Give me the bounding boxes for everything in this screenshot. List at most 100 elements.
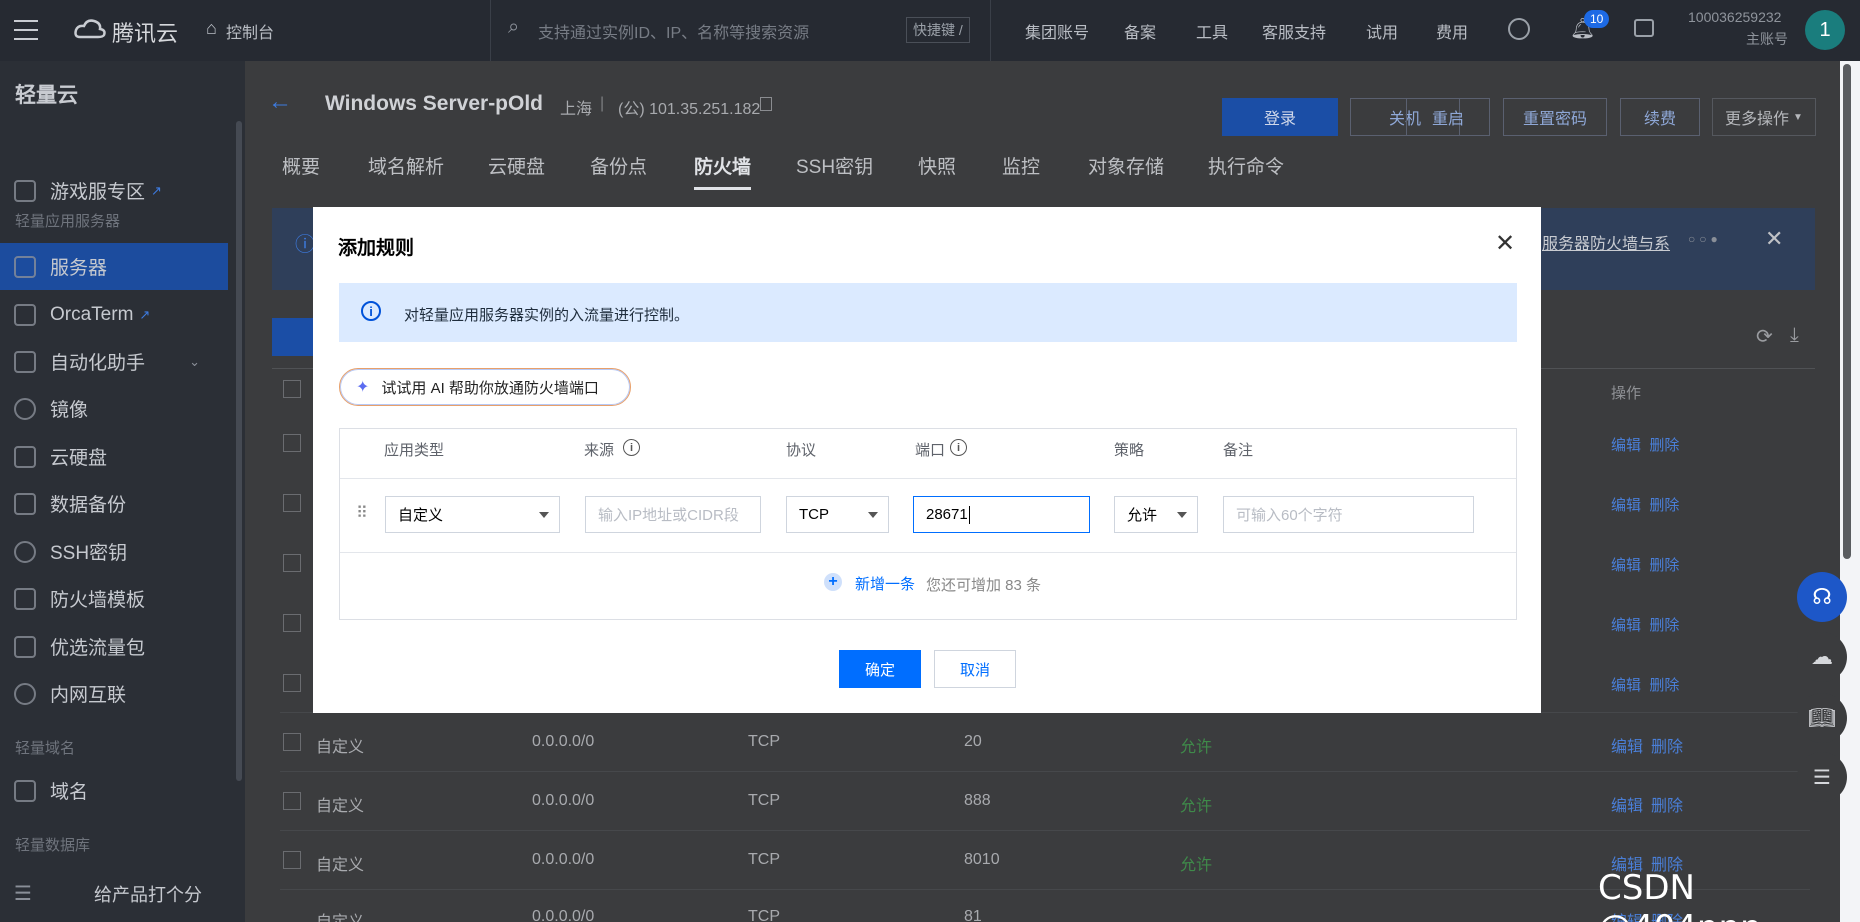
note-input[interactable]: 可输入60个字符 [1223, 496, 1474, 533]
row-checkbox[interactable] [283, 494, 301, 512]
drag-handle-icon[interactable]: ⠿ [356, 503, 368, 523]
tab-snapshot[interactable]: 快照 [918, 152, 956, 179]
sidebar-item-automation[interactable]: 自动化助手 ⌄ [0, 338, 228, 385]
row-checkbox[interactable] [283, 792, 301, 810]
nav-trial[interactable]: 试用 [1366, 19, 1398, 43]
collapse-icon[interactable]: ☰ [14, 881, 32, 906]
edit-link[interactable]: 编辑 [1611, 497, 1641, 514]
renew-button[interactable]: 续费 [1620, 98, 1700, 136]
sidebar-item-server[interactable]: 服务器 [0, 243, 228, 290]
docs-button[interactable]: 📖︎ [1797, 693, 1847, 743]
sidebar-item-ssh[interactable]: SSH密钥 [0, 528, 228, 575]
header-checkbox[interactable] [283, 380, 301, 398]
home-icon[interactable]: ⌂ [206, 18, 217, 39]
console-link[interactable]: 控制台 [226, 19, 274, 43]
tab-disk[interactable]: 云硬盘 [488, 152, 545, 179]
policy-select[interactable]: 允许 [1114, 496, 1198, 533]
row-checkbox[interactable] [283, 554, 301, 572]
nav-tools[interactable]: 工具 [1196, 19, 1228, 43]
customer-service-button[interactable]: ☊ [1797, 572, 1847, 622]
delete-link[interactable]: 删除 [1649, 617, 1679, 634]
cloud-tool-button[interactable]: ☁ [1797, 632, 1847, 682]
back-arrow-icon[interactable]: ← [268, 88, 292, 116]
cell-protocol: TCP [748, 851, 780, 868]
tab-cos[interactable]: 对象存储 [1088, 152, 1164, 179]
row-checkbox[interactable] [283, 851, 301, 869]
brand-name[interactable]: 腾讯云 [112, 16, 178, 48]
delete-link[interactable]: 删除 [1651, 792, 1683, 816]
tab-monitor[interactable]: 监控 [1002, 152, 1040, 179]
search-input[interactable]: 支持通过实例ID、IP、名称等搜索资源 [538, 19, 809, 43]
download-icon[interactable]: ⤓ [1790, 324, 1799, 347]
edit-link[interactable]: 编辑 [1611, 792, 1643, 816]
refresh-icon[interactable]: ⟳ [1756, 324, 1773, 349]
close-icon[interactable]: ✕ [1495, 229, 1515, 258]
sidebar-item-game[interactable]: 游戏服专区 ↗ [0, 167, 228, 214]
list-tool-button[interactable]: ☰ [1797, 752, 1847, 802]
more-actions-label: 更多操作 [1725, 111, 1790, 128]
sidebar-scrollbar[interactable] [236, 121, 242, 781]
nav-group-account[interactable]: 集团账号 [1025, 19, 1089, 43]
row-checkbox[interactable] [283, 674, 301, 692]
edit-link[interactable]: 编辑 [1611, 437, 1641, 454]
copy-icon[interactable] [760, 97, 772, 111]
avatar[interactable]: 1 [1805, 10, 1845, 50]
sidebar-item-intranet[interactable]: 内网互联 [0, 670, 228, 717]
row-checkbox[interactable] [283, 434, 301, 452]
add-rule-button[interactable] [272, 318, 316, 356]
rate-product-link[interactable]: 给产品打个分 [94, 881, 202, 907]
row-checkbox[interactable] [283, 614, 301, 632]
nav-support[interactable]: 客服支持 [1262, 19, 1326, 43]
delete-link[interactable]: 删除 [1649, 497, 1679, 514]
sidebar-item-image[interactable]: 镜像 [0, 385, 228, 432]
cloud-logo-icon[interactable] [74, 17, 106, 41]
port-input[interactable]: 28671 [913, 496, 1090, 533]
protocol-select[interactable]: TCP [786, 496, 889, 533]
sidebar-item-orcaterm[interactable]: OrcaTerm ↗ [0, 291, 228, 338]
nav-filing[interactable]: 备案 [1124, 19, 1156, 43]
add-row-link[interactable]: 新增一条 [855, 573, 915, 594]
page-scrollbar[interactable] [1843, 64, 1851, 559]
row-checkbox[interactable] [283, 733, 301, 751]
edit-link[interactable]: 编辑 [1611, 617, 1641, 634]
add-circle-icon[interactable]: + [824, 573, 842, 591]
delete-link[interactable]: 删除 [1649, 557, 1679, 574]
workorder-icon[interactable] [1634, 19, 1654, 37]
banner-close-icon[interactable]: ✕ [1765, 226, 1783, 252]
nav-billing[interactable]: 费用 [1436, 19, 1468, 43]
edit-link[interactable]: 编辑 [1611, 557, 1641, 574]
sidebar-item-disk[interactable]: 云硬盘 [0, 433, 228, 480]
tab-backup[interactable]: 备份点 [590, 152, 647, 179]
app-type-select[interactable]: 自定义 [385, 496, 560, 533]
reset-password-button[interactable]: 重置密码 [1503, 98, 1607, 136]
menu-icon[interactable] [14, 20, 38, 40]
delete-link[interactable]: 删除 [1651, 733, 1683, 757]
tab-dns[interactable]: 域名解析 [368, 152, 444, 179]
edit-link[interactable]: 编辑 [1611, 733, 1643, 757]
tab-overview[interactable]: 概要 [282, 152, 320, 179]
tab-firewall[interactable]: 防火墙 [694, 152, 752, 190]
source-info-icon[interactable]: i [623, 439, 640, 456]
tab-ssh[interactable]: SSH密钥 [796, 152, 873, 179]
edit-link[interactable]: 编辑 [1611, 677, 1641, 694]
sidebar-item-traffic[interactable]: 优选流量包 [0, 623, 228, 670]
tab-command[interactable]: 执行命令 [1208, 152, 1284, 179]
banner-link[interactable]: 服务器防火墙与系 [1542, 230, 1670, 254]
confirm-button[interactable]: 确定 [839, 650, 921, 688]
ai-assist-button[interactable]: ✦ 试试用 AI 帮助你放通防火墙端口 [339, 368, 631, 406]
account-id[interactable]: 100036259232 [1688, 9, 1781, 25]
key-icon [14, 540, 36, 563]
more-actions-dropdown[interactable]: 更多操作 ▼ [1712, 98, 1816, 136]
sidebar-item-backup[interactable]: 数据备份 [0, 480, 228, 527]
restart-button[interactable]: 重启 [1406, 98, 1490, 136]
delete-link[interactable]: 删除 [1649, 677, 1679, 694]
compass-icon[interactable] [1508, 18, 1530, 40]
carousel-dots[interactable]: ○○● [1688, 232, 1722, 246]
cancel-button[interactable]: 取消 [934, 650, 1016, 688]
source-input[interactable]: 输入IP地址或CIDR段 [585, 496, 761, 533]
port-info-icon[interactable]: i [950, 439, 967, 456]
login-button[interactable]: 登录 [1222, 98, 1338, 136]
sidebar-item-firewall-template[interactable]: 防火墙模板 [0, 575, 228, 622]
delete-link[interactable]: 删除 [1649, 437, 1679, 454]
sidebar-item-domain[interactable]: 域名 [0, 767, 228, 814]
